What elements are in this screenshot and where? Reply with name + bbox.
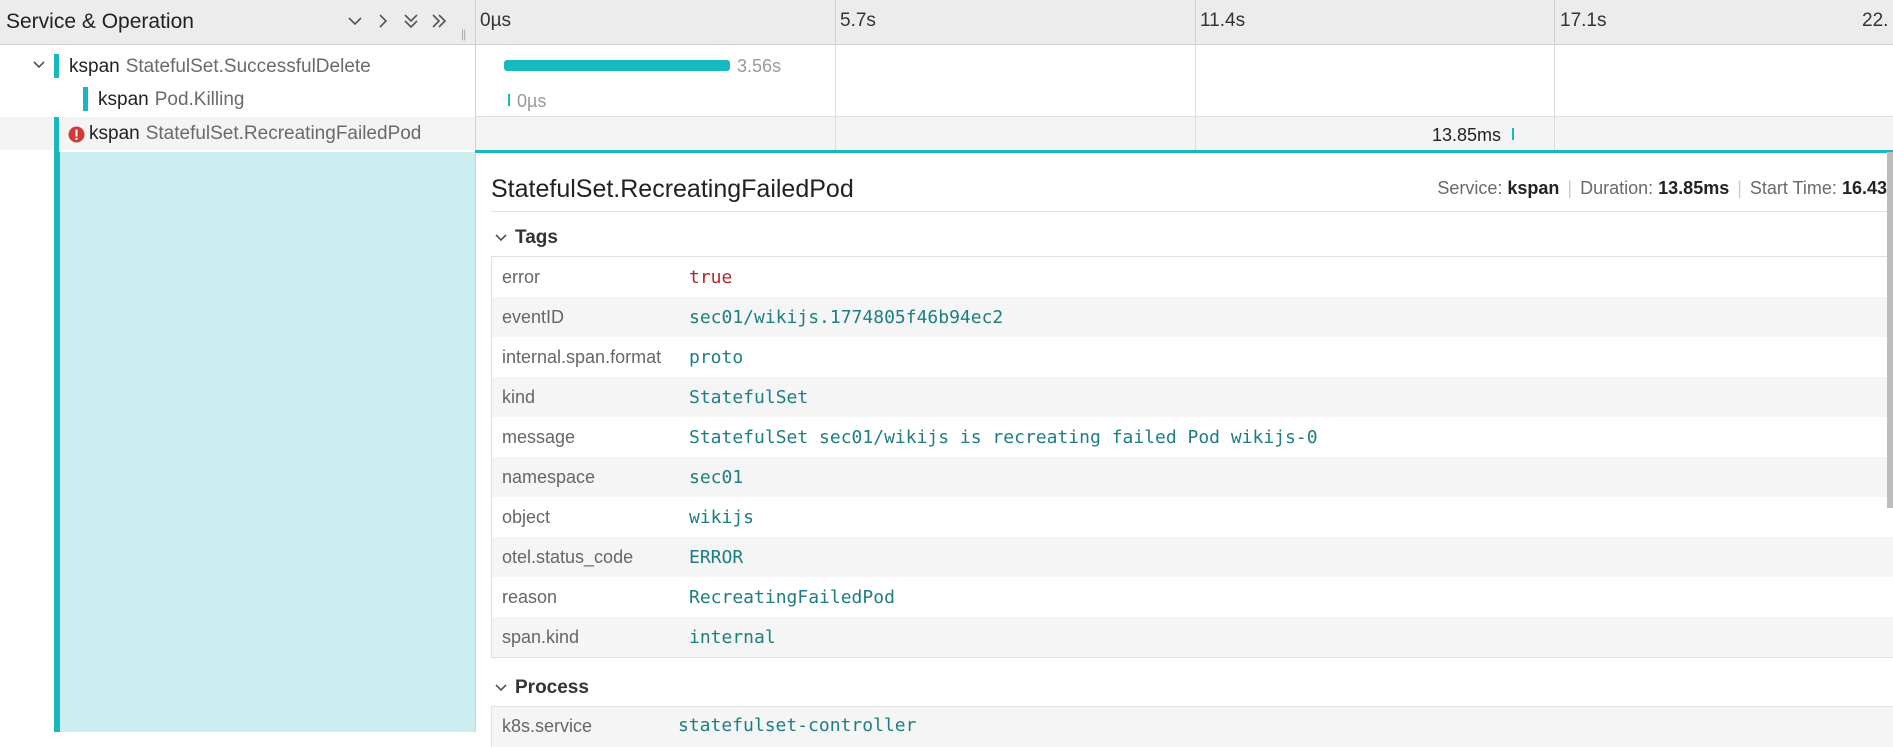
tag-key: reason [502, 587, 558, 607]
span-duration-bar[interactable] [1512, 128, 1514, 140]
detail-meta: Service: kspan | Duration: 13.85ms | Start T… [1437, 178, 1887, 198]
service-color-bar [54, 152, 60, 732]
span-name[interactable]: kspan StatefulSet.SuccessfulDelete [69, 56, 371, 78]
span-operation: StatefulSet.RecreatingFailedPod [145, 123, 422, 144]
collapse-all-icon[interactable] [398, 8, 424, 34]
grid-line [1554, 117, 1555, 150]
tag-row: eventID sec01/wikijs.1774805f46b94ec2 [492, 297, 1893, 337]
tag-key: otel.status_code [502, 547, 634, 567]
tag-row: message StatefulSet sec01/wikijs is recr… [492, 417, 1893, 457]
span-duration-bar[interactable] [508, 94, 510, 106]
span-operation: StatefulSet.SuccessfulDelete [125, 56, 371, 77]
tick-line [1195, 0, 1196, 44]
tag-key: span.kind [502, 627, 580, 647]
tick-label: 0µs [480, 10, 512, 31]
tag-value: sec01/wikijs.1774805f46b94ec2 [689, 307, 1004, 328]
detail-top-border [475, 150, 1893, 153]
trace-header: Service & Operation || 0µs 5.7s 11.4s 17… [0, 0, 1893, 45]
service-value: kspan [1507, 178, 1560, 198]
span-service: kspan [69, 56, 120, 77]
tag-value: wikijs [689, 507, 755, 528]
tick-label: 22. [1862, 10, 1889, 31]
process-key: k8s.service [502, 716, 593, 736]
start-time-label: Start Time: [1749, 178, 1837, 198]
tag-key: object [502, 507, 551, 527]
chevron-down-icon [495, 234, 507, 242]
tag-key: kind [502, 387, 536, 407]
tag-row: kind StatefulSet [492, 377, 1893, 417]
grid-line [1195, 117, 1196, 150]
error-icon [68, 126, 85, 143]
collapse-one-icon[interactable] [342, 8, 368, 34]
duration-label: Duration: [1580, 178, 1654, 198]
span-row[interactable]: kspan StatefulSet.SuccessfulDelete [0, 50, 475, 84]
process-section-title: Process [515, 677, 589, 698]
tag-value: internal [689, 627, 776, 648]
service-label: Service: [1437, 178, 1503, 198]
tag-row: span.kind internal [492, 617, 1893, 657]
tag-row: namespace sec01 [492, 457, 1893, 497]
resize-handle-icon[interactable]: || [461, 27, 466, 41]
chevron-down-icon[interactable] [30, 56, 48, 74]
scrollbar[interactable] [1887, 152, 1893, 508]
tag-key: internal.span.format [502, 347, 662, 367]
tag-value: sec01 [689, 467, 744, 488]
service-color-bar [54, 54, 59, 78]
tag-value: RecreatingFailedPod [689, 587, 895, 608]
chevron-down-icon [495, 684, 507, 692]
tag-key: eventID [502, 307, 565, 327]
grid-line [835, 117, 836, 150]
service-color-bar [54, 117, 59, 152]
detail-title: StatefulSet.RecreatingFailedPod [491, 175, 854, 203]
tick-line [1554, 0, 1555, 44]
tags-section-title: Tags [515, 227, 558, 248]
tag-row: internal.span.format proto [492, 337, 1893, 377]
span-name[interactable]: kspan Pod.Killing [98, 89, 244, 111]
tick-label: 5.7s [840, 10, 876, 31]
tag-value: proto [689, 347, 744, 368]
tick-line [835, 0, 836, 44]
detail-left-highlight [57, 152, 475, 732]
span-duration-label: 3.56s [737, 56, 782, 76]
span-service: kspan [98, 89, 149, 110]
span-duration-label: 13.85ms [1432, 125, 1502, 145]
start-time-value: 16.43 [1841, 178, 1887, 198]
service-operation-title: Service & Operation [6, 10, 194, 33]
span-name[interactable]: kspan StatefulSet.RecreatingFailedPod [89, 123, 421, 145]
tick-label: 11.4s [1200, 10, 1246, 31]
span-service: kspan [89, 123, 140, 144]
service-color-bar [83, 87, 88, 111]
tag-key: message [502, 427, 576, 447]
tag-row: otel.status_code ERROR [492, 537, 1893, 577]
process-value: statefulset-controller [678, 715, 917, 736]
expand-all-icon[interactable] [426, 8, 452, 34]
span-row[interactable]: kspan Pod.Killing [0, 84, 475, 116]
tag-value: StatefulSet sec01/wikijs is recreating f… [689, 427, 1318, 448]
duration-value: 13.85ms [1658, 178, 1730, 198]
tag-row: object wikijs [492, 497, 1893, 537]
process-table: k8s.service statefulset-controller [491, 706, 1893, 747]
tag-value: StatefulSet [689, 387, 809, 408]
tag-row: error true [492, 257, 1893, 297]
span-duration-bar[interactable] [504, 60, 730, 71]
panel-divider [475, 152, 476, 732]
tag-key: namespace [502, 467, 596, 487]
span-duration-label: 0µs [517, 91, 547, 111]
tick-label: 17.1s [1560, 10, 1607, 31]
tag-value: true [689, 267, 733, 288]
tag-key: error [502, 267, 541, 287]
panel-divider [475, 116, 476, 152]
divider [491, 211, 1893, 212]
expand-one-icon[interactable] [370, 8, 396, 34]
header-divider [475, 0, 476, 44]
tag-row: reason RecreatingFailedPod [492, 577, 1893, 617]
tags-table: error true eventID sec01/wikijs.1774805f… [491, 256, 1893, 658]
span-operation: Pod.Killing [154, 89, 245, 110]
tag-value: ERROR [689, 547, 744, 568]
